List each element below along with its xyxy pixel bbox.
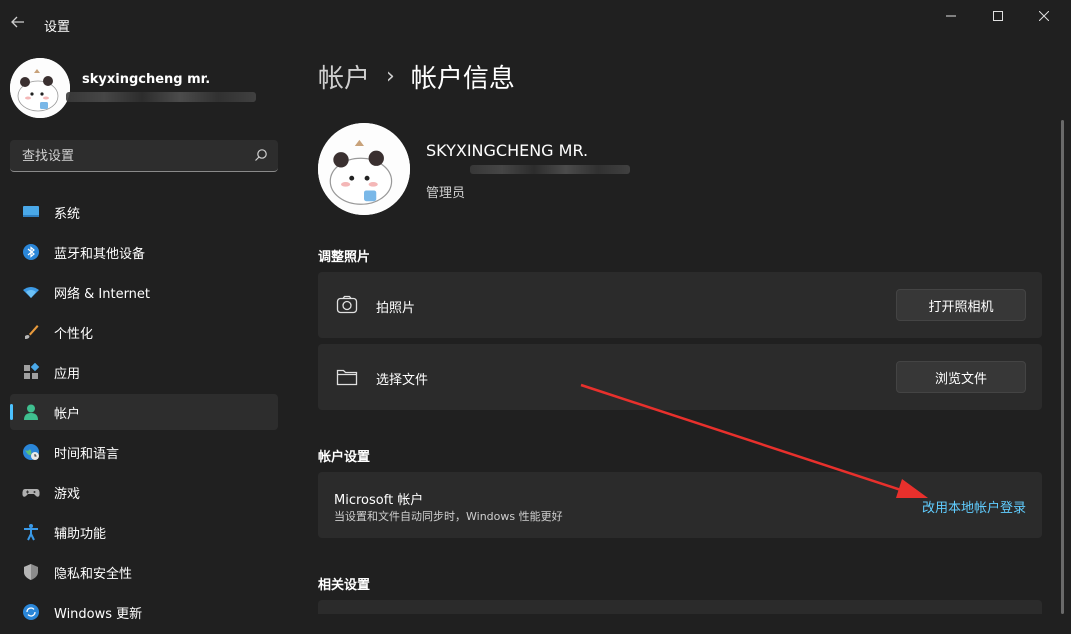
- sidebar-item-system[interactable]: 系统: [10, 194, 278, 230]
- camera-icon: [336, 295, 358, 314]
- folder-icon: [336, 369, 358, 386]
- take-photo-label: 拍照片: [376, 301, 416, 316]
- sidebar-item-bluetooth[interactable]: 蓝牙和其他设备: [10, 234, 278, 270]
- update-icon: [22, 603, 40, 621]
- choose-file-row: 选择文件 浏览文件: [318, 344, 1042, 410]
- profile-name: SKYXINGCHENG MR.: [426, 141, 589, 160]
- sidebar-item-label: 隐私和安全性: [54, 566, 133, 582]
- breadcrumb-separator: ›: [386, 64, 395, 89]
- sidebar-item-label: 游戏: [54, 486, 81, 502]
- open-camera-button[interactable]: 打开照相机: [896, 289, 1026, 321]
- take-photo-row: 拍照片 打开照相机: [318, 272, 1042, 338]
- sidebar-item-label: 网络 & Internet: [54, 286, 151, 302]
- microsoft-account-title: Microsoft 帐户: [334, 493, 424, 508]
- sidebar-nav: 系统 蓝牙和其他设备 网络 & Internet 个性化 应用 帐户 时间和语言…: [10, 194, 278, 634]
- sidebar-item-accessibility[interactable]: 辅助功能: [10, 514, 278, 550]
- monitor-icon: [22, 203, 40, 221]
- microsoft-account-description: 当设置和文件自动同步时，Windows 性能更好: [334, 510, 563, 523]
- switch-to-local-account-link[interactable]: 改用本地帐户登录: [922, 497, 1026, 516]
- sidebar-item-label: 系统: [54, 206, 81, 222]
- related-settings-row[interactable]: [318, 600, 1042, 614]
- maximize-button[interactable]: [975, 0, 1021, 32]
- wifi-icon: [22, 283, 40, 301]
- sidebar-item-label: 蓝牙和其他设备: [54, 246, 146, 262]
- sidebar-item-label: 辅助功能: [54, 526, 107, 542]
- breadcrumb-parent[interactable]: 帐户: [318, 58, 370, 95]
- sidebar-item-apps[interactable]: 应用: [10, 354, 278, 390]
- redacted-email: [66, 92, 256, 102]
- minimize-icon: [946, 15, 956, 17]
- accessibility-icon: [22, 523, 40, 541]
- search-icon: [255, 149, 267, 161]
- back-arrow-icon: [11, 16, 24, 28]
- sidebar-item-network[interactable]: 网络 & Internet: [10, 274, 278, 310]
- apps-icon: [22, 363, 40, 381]
- brush-icon: [22, 323, 40, 341]
- section-title-related: 相关设置: [318, 578, 371, 593]
- scrollbar[interactable]: [1061, 120, 1064, 614]
- profile-role: 管理员: [426, 186, 466, 201]
- gamepad-icon: [22, 483, 40, 501]
- sidebar-item-label: Windows 更新: [54, 606, 143, 622]
- bluetooth-icon: [22, 243, 40, 261]
- user-name: skyxingcheng mr.: [82, 72, 211, 87]
- avatar-picture: [10, 58, 70, 118]
- browse-files-button[interactable]: 浏览文件: [896, 361, 1026, 393]
- sidebar-item-label: 应用: [54, 366, 81, 382]
- sidebar-item-label: 个性化: [54, 326, 94, 342]
- minimize-button[interactable]: [928, 0, 974, 32]
- sidebar-item-label: 帐户: [54, 406, 81, 422]
- avatar-picture: [318, 123, 410, 215]
- section-title-account-settings: 帐户设置: [318, 450, 371, 465]
- redacted-email: [470, 165, 630, 174]
- search-input[interactable]: [20, 140, 244, 172]
- account-icon: [22, 403, 40, 421]
- sidebar-item-windows-update[interactable]: Windows 更新: [10, 594, 278, 630]
- close-icon: [1039, 11, 1049, 21]
- avatar[interactable]: [10, 58, 70, 118]
- breadcrumb: 帐户 › 帐户信息: [318, 58, 515, 95]
- shield-icon: [22, 563, 40, 581]
- sidebar-item-gaming[interactable]: 游戏: [10, 474, 278, 510]
- profile-avatar: [318, 123, 410, 215]
- sidebar-item-accounts[interactable]: 帐户: [10, 394, 278, 430]
- app-title: 设置: [44, 20, 71, 35]
- close-button[interactable]: [1021, 0, 1067, 32]
- back-button[interactable]: [6, 10, 30, 34]
- section-title-photo: 调整照片: [318, 250, 371, 265]
- maximize-icon: [993, 11, 1003, 21]
- page-title: 帐户信息: [410, 64, 515, 94]
- sidebar-item-privacy[interactable]: 隐私和安全性: [10, 554, 278, 590]
- sidebar-item-time-language[interactable]: 时间和语言: [10, 434, 278, 470]
- sidebar-item-personalization[interactable]: 个性化: [10, 314, 278, 350]
- search-box[interactable]: [10, 140, 278, 172]
- title-bar: 设置: [0, 0, 1071, 48]
- sidebar-item-label: 时间和语言: [54, 446, 120, 462]
- globe-clock-icon: [22, 443, 40, 461]
- choose-file-label: 选择文件: [376, 373, 429, 388]
- microsoft-account-row: Microsoft 帐户 当设置和文件自动同步时，Windows 性能更好 改用…: [318, 472, 1042, 538]
